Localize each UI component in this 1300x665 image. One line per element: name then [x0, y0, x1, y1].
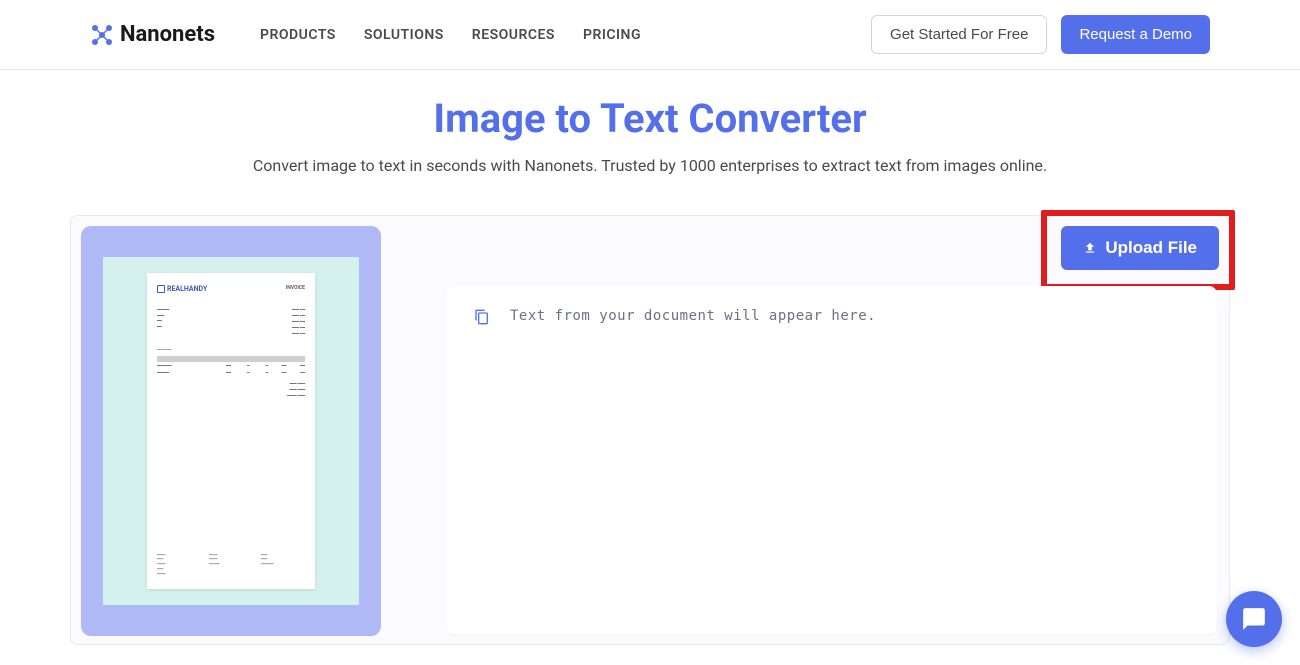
main-nav: PRODUCTS SOLUTIONS RESOURCES PRICING	[260, 27, 641, 43]
invoice-brand: REALHANDY	[157, 285, 207, 293]
get-started-button[interactable]: Get Started For Free	[871, 15, 1047, 54]
text-output-panel: Text from your document will appear here…	[446, 286, 1217, 634]
copy-icon[interactable]	[474, 309, 490, 325]
sample-preview-outer: REALHANDY INVOICE ━━━━━━━━━━━━ ━━━ ━━━━━…	[81, 226, 381, 636]
header-actions: Get Started For Free Request a Demo	[871, 15, 1210, 54]
chat-icon	[1241, 606, 1267, 632]
upload-file-button[interactable]: Upload File	[1061, 226, 1219, 270]
page-subtitle: Convert image to text in seconds with Na…	[0, 156, 1300, 175]
shield-icon	[157, 285, 165, 293]
invoice-table-header	[157, 356, 305, 362]
brand-name: Nanonets	[120, 22, 215, 47]
invoice-label: INVOICE	[286, 285, 305, 291]
page-title: Image to Text Converter	[0, 95, 1300, 142]
upload-label: Upload File	[1105, 238, 1197, 258]
logo-icon	[90, 23, 114, 47]
invoice-address: ━━━━━━━━━━━━	[157, 307, 169, 337]
invoice-totals: ━━━ ━━━━━━ ━━━━━━━ ━━━	[157, 381, 305, 399]
invoice-row: ━━━━━━━━━━━━━	[157, 370, 305, 376]
converter-panel: REALHANDY INVOICE ━━━━━━━━━━━━ ━━━ ━━━━━…	[70, 215, 1230, 645]
invoice-footer: ━━━━━━━━━━━━━━━━━━ ━━━━━━━━━━━━━ ━━━━━━━…	[157, 553, 305, 577]
upload-icon	[1083, 241, 1097, 255]
output-area: Upload File Text from your document will…	[391, 216, 1229, 644]
invoice-note: ━━━━━━	[157, 347, 305, 352]
main-content: Image to Text Converter Convert image to…	[0, 70, 1300, 645]
request-demo-button[interactable]: Request a Demo	[1061, 15, 1210, 54]
brand-logo[interactable]: Nanonets	[90, 22, 215, 47]
nav-products[interactable]: PRODUCTS	[260, 27, 336, 43]
upload-highlight: Upload File	[1041, 210, 1235, 290]
nav-pricing[interactable]: PRICING	[583, 27, 641, 43]
nav-resources[interactable]: RESOURCES	[472, 27, 555, 43]
sample-preview-mid: REALHANDY INVOICE ━━━━━━━━━━━━ ━━━ ━━━━━…	[103, 257, 359, 605]
sample-preview-wrap: REALHANDY INVOICE ━━━━━━━━━━━━ ━━━ ━━━━━…	[71, 216, 391, 644]
site-header: Nanonets PRODUCTS SOLUTIONS RESOURCES PR…	[0, 0, 1300, 70]
output-placeholder: Text from your document will appear here…	[510, 308, 876, 324]
invoice-meta: ━━━ ━━━━━ ━━━━━ ━━━━━ ━━━━━ ━━	[292, 307, 305, 337]
invoice-row: ━━━━━━━━━━━━━━	[157, 363, 305, 369]
nav-solutions[interactable]: SOLUTIONS	[364, 27, 444, 43]
header-left: Nanonets PRODUCTS SOLUTIONS RESOURCES PR…	[90, 22, 641, 47]
invoice-brand-text: REALHANDY	[167, 285, 207, 293]
chat-fab[interactable]	[1226, 591, 1282, 647]
sample-invoice: REALHANDY INVOICE ━━━━━━━━━━━━ ━━━ ━━━━━…	[147, 273, 315, 589]
